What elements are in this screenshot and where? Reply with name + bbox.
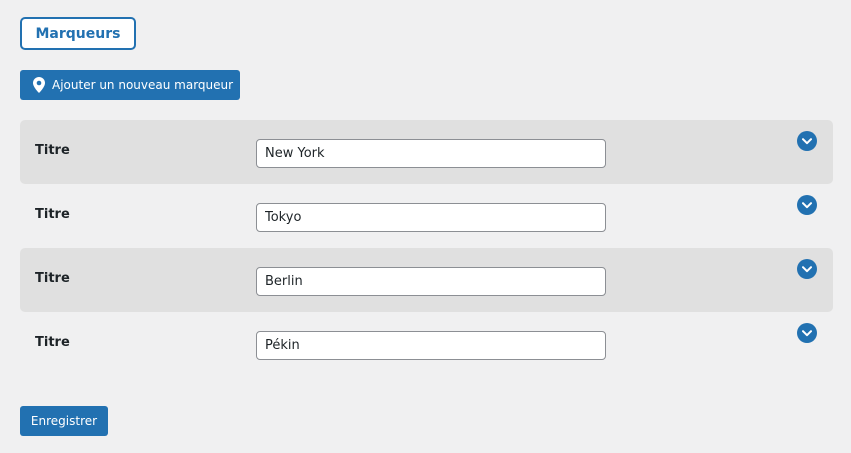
chevron-down-icon[interactable] xyxy=(797,195,817,215)
marker-title-input[interactable] xyxy=(256,203,606,232)
tab-marqueurs[interactable]: Marqueurs xyxy=(20,17,136,50)
chevron-down-icon[interactable] xyxy=(797,131,817,151)
chevron-down-icon[interactable] xyxy=(797,323,817,343)
marker-title-label: Titre xyxy=(35,143,70,158)
marker-title-label: Titre xyxy=(35,271,70,286)
marker-list: Titre Titre Titre Titre xyxy=(20,120,833,376)
marker-title-input[interactable] xyxy=(256,139,606,168)
marker-row: Titre xyxy=(20,120,833,184)
marker-title-input[interactable] xyxy=(256,331,606,360)
add-marker-label: Ajouter un nouveau marqueur xyxy=(52,78,234,92)
marker-row: Titre xyxy=(20,184,833,248)
marker-title-label: Titre xyxy=(35,335,70,350)
marker-title-label: Titre xyxy=(35,207,70,222)
marker-title-input[interactable] xyxy=(256,267,606,296)
chevron-down-icon[interactable] xyxy=(797,259,817,279)
marker-row: Titre xyxy=(20,248,833,312)
map-pin-icon xyxy=(33,77,45,93)
marker-row: Titre xyxy=(20,312,833,376)
save-button[interactable]: Enregistrer xyxy=(20,406,108,436)
markers-page: Marqueurs Ajouter un nouveau marqueur Ti… xyxy=(0,0,851,453)
add-marker-button[interactable]: Ajouter un nouveau marqueur xyxy=(20,70,240,100)
